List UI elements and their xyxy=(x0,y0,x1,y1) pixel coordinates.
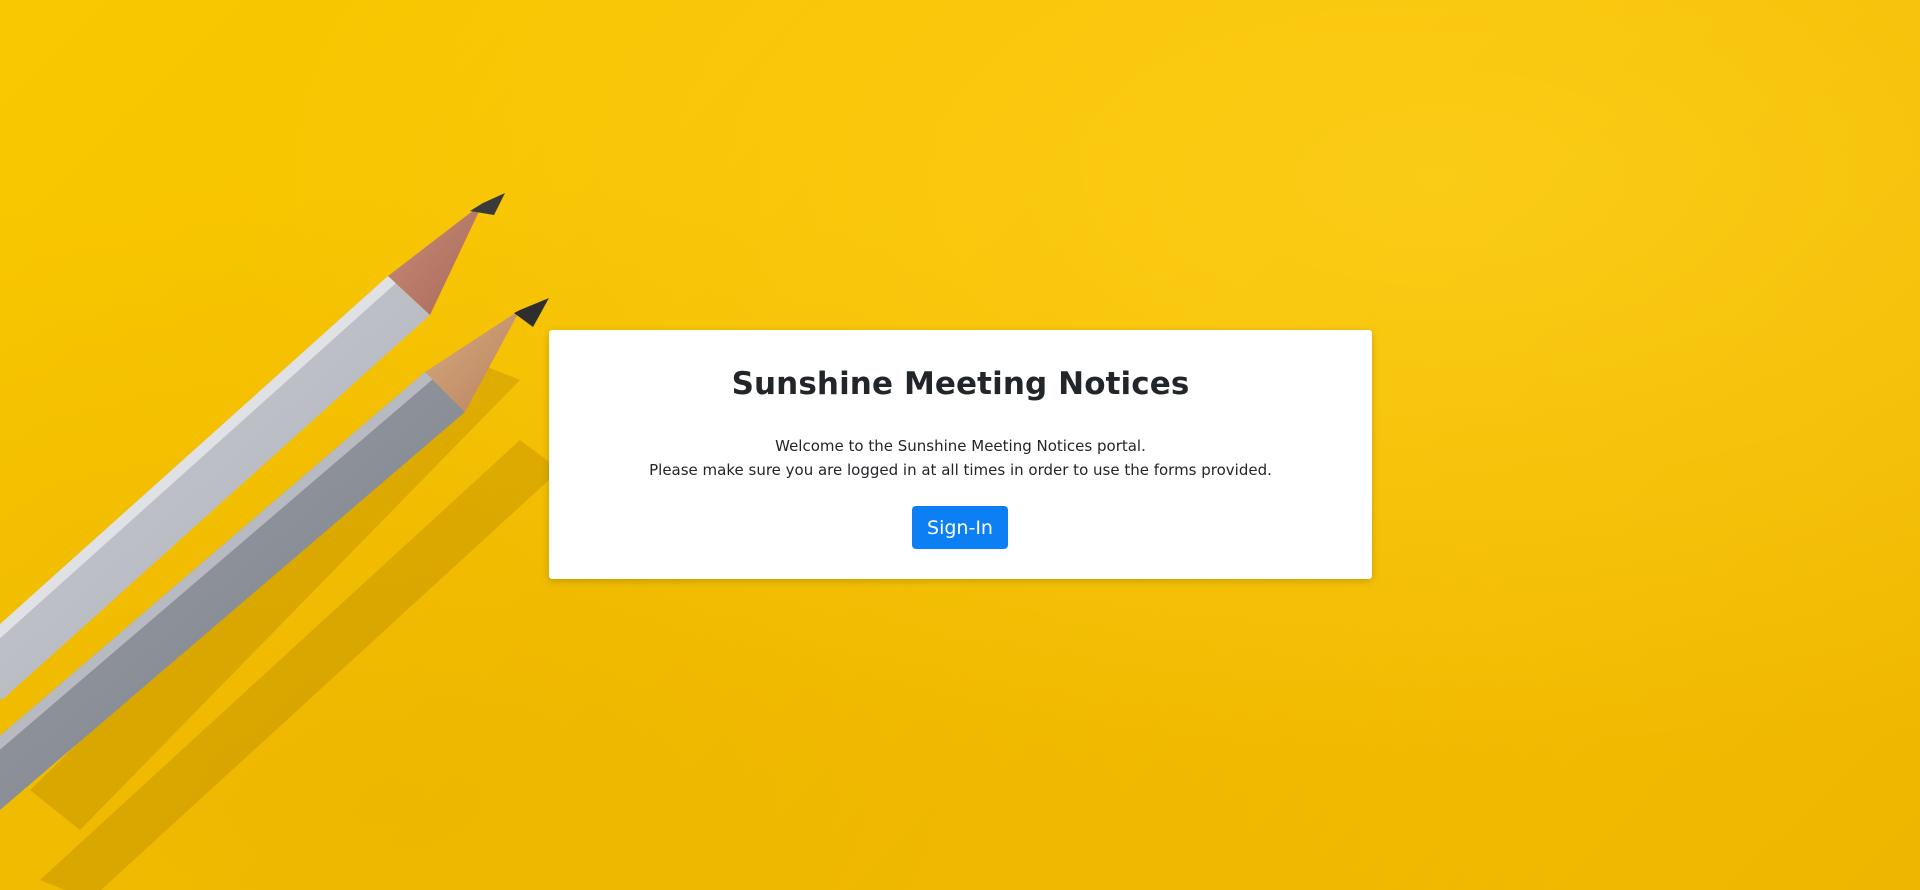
page-title: Sunshine Meeting Notices xyxy=(731,366,1190,402)
welcome-message: Welcome to the Sunshine Meeting Notices … xyxy=(549,434,1372,482)
welcome-card: Sunshine Meeting Notices Welcome to the … xyxy=(549,330,1372,579)
welcome-line: Welcome to the Sunshine Meeting Notices … xyxy=(775,437,1146,455)
instruction-line: Please make sure you are logged in at al… xyxy=(649,461,1272,479)
sign-in-button[interactable]: Sign-In xyxy=(912,506,1008,549)
